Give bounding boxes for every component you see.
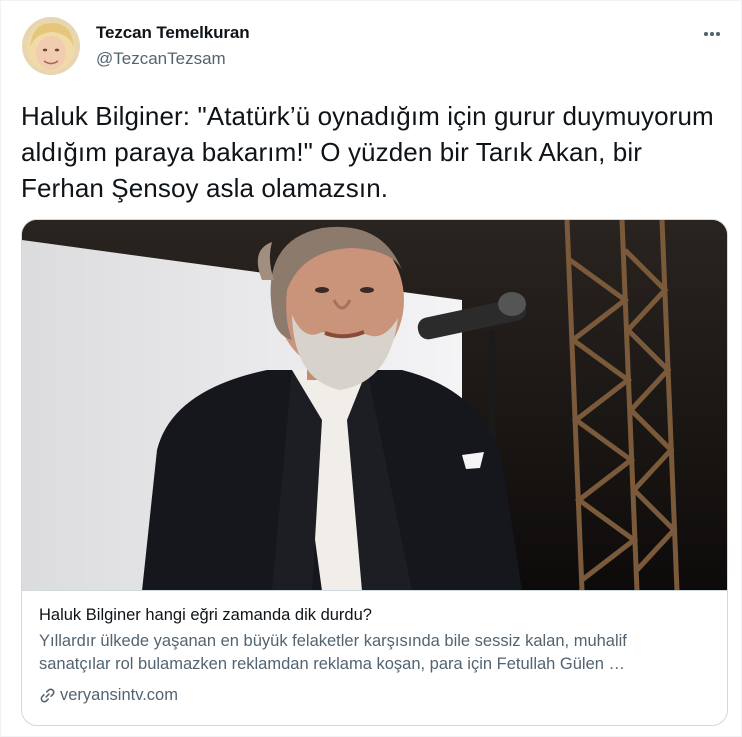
card-image[interactable] [22, 220, 727, 591]
tweet-text: Haluk Bilginer: "Atatürk’ü oynadığım içi… [21, 101, 714, 203]
link-icon [39, 687, 56, 704]
author-handle[interactable]: @TezcanTezsam [96, 49, 226, 69]
card-description-line-2: sanatçılar rol bulamazken reklamdan rekl… [39, 655, 626, 673]
card-domain-text: veryansintv.com [60, 686, 178, 704]
author-name[interactable]: Tezcan Temelkuran [96, 23, 250, 43]
card-title: Haluk Bilginer hangi eğri zamanda dik du… [39, 606, 372, 624]
card-description: Yıllardır ülkede yaşanan en büyük felake… [39, 630, 709, 676]
more-horizontal-icon[interactable] [699, 23, 725, 45]
card-body[interactable]: Haluk Bilginer hangi eğri zamanda dik du… [22, 591, 727, 725]
card-description-line-1: Yıllardır ülkede yaşanan en büyük felake… [39, 632, 627, 650]
link-card[interactable]: Haluk Bilginer hangi eğri zamanda dik du… [21, 219, 728, 726]
tweet: Tezcan Temelkuran @TezcanTezsam Haluk Bi… [0, 0, 742, 737]
avatar[interactable] [22, 17, 80, 75]
card-domain[interactable]: veryansintv.com [39, 686, 178, 705]
